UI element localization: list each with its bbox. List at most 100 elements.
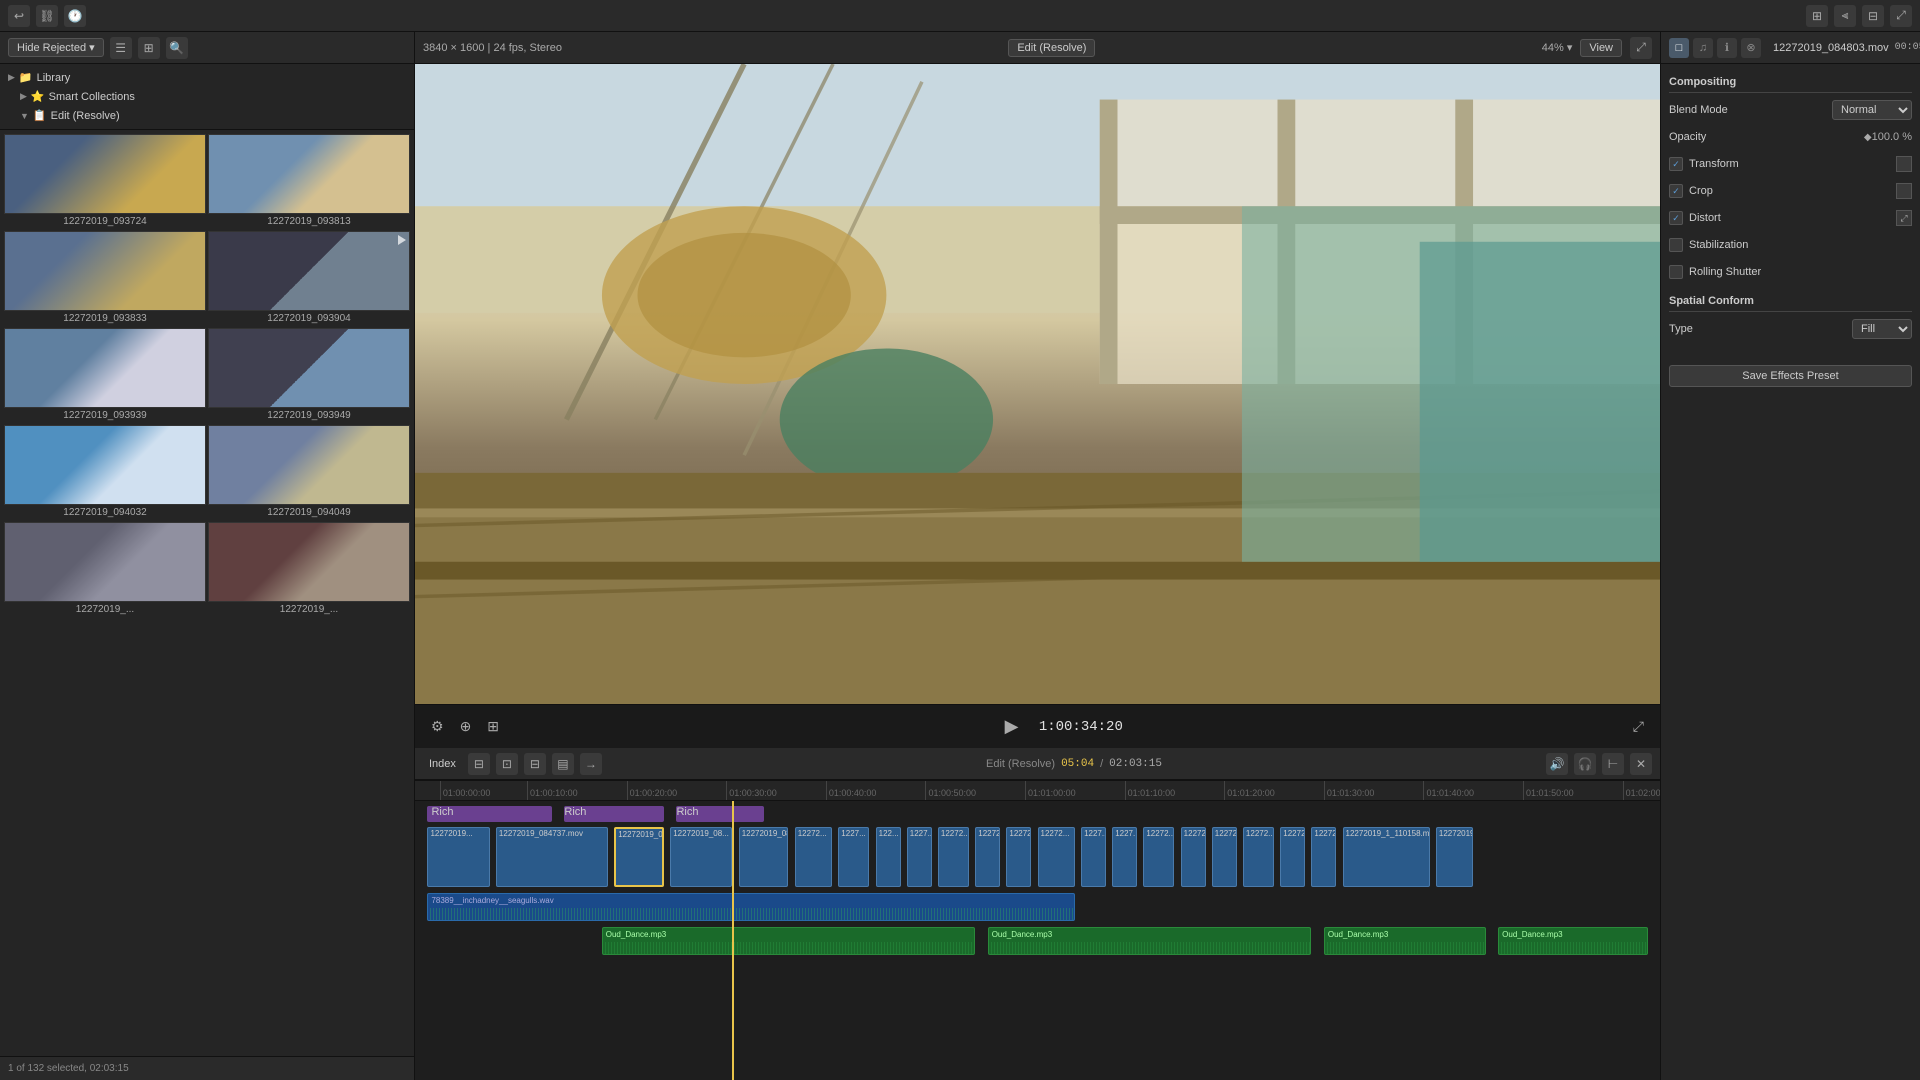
video-clip-5[interactable]: 12272019_08... (739, 827, 789, 887)
smart-collections-item[interactable]: ▶ ⭐ Smart Collections (0, 87, 414, 106)
video-clip-10[interactable]: 12272... (938, 827, 969, 887)
media-thumb-093904[interactable]: 12272019_093904 (208, 231, 410, 326)
type-select[interactable]: Fill Fit None (1852, 319, 1912, 339)
audio-clip-oud3[interactable]: Oud_Dance.mp3 (1324, 927, 1486, 955)
video-clip-2[interactable]: 12272019_084737.mov (496, 827, 608, 887)
timeline-icon4[interactable]: ▤ (552, 753, 574, 775)
audio-clip-oud2[interactable]: Oud_Dance.mp3 (988, 927, 1312, 955)
audio-clip-oud4[interactable]: Oud_Dance.mp3 (1498, 927, 1647, 955)
video-clip-6[interactable]: 12272... (795, 827, 832, 887)
edit-resolve-button[interactable]: Edit (Resolve) (1008, 39, 1095, 57)
edit-resolve-item[interactable]: ▼ 📋 Edit (Resolve) (0, 106, 414, 125)
oud4-label: Oud_Dance.mp3 (1499, 929, 1565, 940)
media-thumb-extra2[interactable]: 12272019_... (208, 522, 410, 617)
transform-row: Transform (1669, 153, 1912, 175)
timeline-icon1[interactable]: ⊟ (468, 753, 490, 775)
viewer-transform-icon[interactable]: ⊕ (456, 716, 476, 737)
video-clip-7[interactable]: 1227... (838, 827, 869, 887)
video-clip-1[interactable]: 12272019... (427, 827, 489, 887)
inspector-audio-tab[interactable]: ♫ (1693, 38, 1713, 58)
video-clip-8[interactable]: 122... (876, 827, 901, 887)
distort-checkbox[interactable] (1669, 211, 1683, 225)
viewer-controls: ⚙ ⊕ ⊞ ▶ 1:00:34:20 ⤢ (415, 704, 1660, 748)
video-clip-13[interactable]: 12272... (1038, 827, 1075, 887)
columns-icon[interactable]: ⫷ (1834, 5, 1856, 27)
stabilization-checkbox[interactable] (1669, 238, 1683, 252)
chain-icon[interactable]: ⛓ (36, 5, 58, 27)
media-thumb-094032[interactable]: 12272019_094032 (4, 425, 206, 520)
rolling-shutter-checkbox[interactable] (1669, 265, 1683, 279)
index-label[interactable]: Index (423, 756, 462, 772)
fullscreen-icon[interactable]: ⤢ (1890, 5, 1912, 27)
zoom-control[interactable]: 44% ▾ (1542, 41, 1573, 54)
audio-clip-oud1[interactable]: Oud_Dance.mp3 (602, 927, 976, 955)
viewer-fullscreen-icon[interactable]: ⤢ (1629, 716, 1648, 737)
viewer-header: 3840 × 1600 | 24 fps, Stereo Edit (Resol… (415, 32, 1660, 64)
media-thumb-093724[interactable]: 12272019_093724 (4, 134, 206, 229)
media-thumb-093949[interactable]: 12272019_093949 (208, 328, 410, 423)
color-clip-rich3[interactable]: Rich (676, 806, 763, 822)
media-thumb-extra1[interactable]: 12272019_... (4, 522, 206, 617)
timeline-icon2[interactable]: ⊡ (496, 753, 518, 775)
grid-view-icon[interactable]: ⊞ (138, 37, 160, 59)
layout-icon[interactable]: ⊟ (1862, 5, 1884, 27)
headphone-icon[interactable]: 🎧 (1574, 753, 1596, 775)
video-clip-11[interactable]: 12272... (975, 827, 1000, 887)
blend-mode-select[interactable]: Normal Multiply Screen Overlay (1832, 100, 1912, 120)
video-clip-17[interactable]: 12272... (1181, 827, 1206, 887)
transform-expand-btn[interactable] (1896, 156, 1912, 172)
play-button[interactable]: ▶ (1001, 714, 1023, 739)
color-clip-rich2[interactable]: Rich (564, 806, 664, 822)
search-icon[interactable]: 🔍 (166, 37, 188, 59)
inspector-info-tab[interactable]: ℹ (1717, 38, 1737, 58)
video-clip-9[interactable]: 1227... (907, 827, 932, 887)
inspector-video-tab[interactable]: □ (1669, 38, 1689, 58)
transform-checkbox[interactable] (1669, 157, 1683, 171)
video-clip-23[interactable]: 12272019... (1436, 827, 1473, 887)
video-clip-19[interactable]: 12272... (1243, 827, 1274, 887)
color-clip-rich1[interactable]: Rich (427, 806, 552, 822)
hide-rejected-button[interactable]: Hide Rejected ▾ (8, 38, 104, 57)
grid-icon[interactable]: ⊞ (1806, 5, 1828, 27)
media-thumb-093813[interactable]: 12272019_093813 (208, 134, 410, 229)
video-clip-14[interactable]: 1227... (1081, 827, 1106, 887)
library-label: Library (37, 72, 71, 84)
video-clip-selected[interactable]: 12272019_0... (614, 827, 664, 887)
video-clip-21[interactable]: 12272... (1311, 827, 1336, 887)
crop-expand-btn[interactable] (1896, 183, 1912, 199)
timeline-icon3[interactable]: ⊟ (524, 753, 546, 775)
audio-track-a2: Oud_Dance.mp3 Oud_Dance.mp3 Oud_Dance.mp… (415, 927, 1660, 955)
video-clip-20[interactable]: 12272... (1280, 827, 1305, 887)
video-track-v1: 12272019... 12272019_084737.mov 12272019… (415, 827, 1660, 887)
resolution-info: 3840 × 1600 | 24 fps, Stereo (423, 42, 562, 54)
viewer-settings-icon[interactable]: ⚙ (427, 716, 448, 737)
list-view-icon[interactable]: ☰ (110, 37, 132, 59)
library-item[interactable]: ▶ 📁 Library (0, 68, 414, 87)
media-thumb-093939[interactable]: 12272019_093939 (4, 328, 206, 423)
save-effects-preset-button[interactable]: Save Effects Preset (1669, 365, 1912, 387)
viewer-crop-icon[interactable]: ⊞ (483, 716, 503, 737)
video-clip-16[interactable]: 12272... (1143, 827, 1174, 887)
top-bar: ↩ ⛓ 🕐 ⊞ ⫷ ⊟ ⤢ (0, 0, 1920, 32)
media-thumb-093833[interactable]: 12272019_093833 (4, 231, 206, 326)
video-clip-22[interactable]: 12272019_1_110158.mov (1343, 827, 1430, 887)
clock-icon[interactable]: 🕐 (64, 5, 86, 27)
thumb-label-094049: 12272019_094049 (208, 505, 410, 520)
inspector-share-tab[interactable]: ⊗ (1741, 38, 1761, 58)
video-clip-4[interactable]: 12272019_08... (670, 827, 732, 887)
audio-clip-seagulls[interactable]: 78389__inchadney__seagulls.wav (427, 893, 1074, 921)
timeline-icon5[interactable]: → (580, 753, 602, 775)
crop-checkbox[interactable] (1669, 184, 1683, 198)
video-clip-12[interactable]: 12272... (1006, 827, 1031, 887)
view-button[interactable]: View (1580, 39, 1622, 57)
distort-edit-btn[interactable]: ⤢ (1896, 210, 1912, 226)
audio-icon[interactable]: 🔊 (1546, 753, 1568, 775)
video-clip-18[interactable]: 12272... (1212, 827, 1237, 887)
viewer-expand-icon[interactable]: ⤢ (1630, 37, 1652, 59)
back-icon[interactable]: ↩ (8, 5, 30, 27)
media-thumb-094049[interactable]: 12272019_094049 (208, 425, 410, 520)
video-clip-15[interactable]: 1227... (1112, 827, 1137, 887)
snapping-icon[interactable]: ⊢ (1602, 753, 1624, 775)
opacity-keyframe-icon[interactable]: ◆ (1864, 132, 1872, 143)
timeline-close-icon[interactable]: ✕ (1630, 753, 1652, 775)
